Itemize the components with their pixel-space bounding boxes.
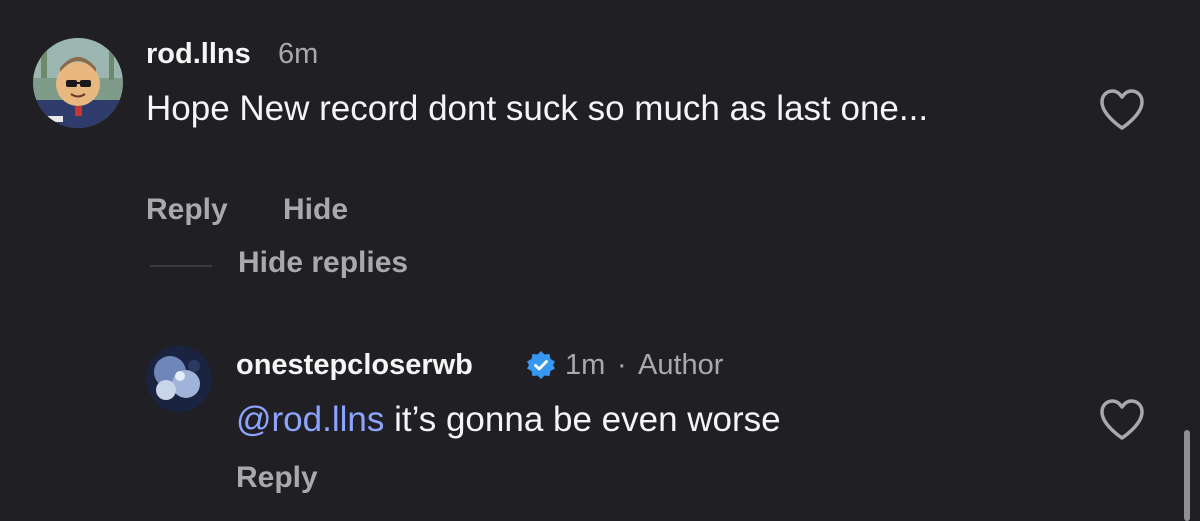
reply-like-heart-icon[interactable] (1098, 398, 1146, 442)
reply-body: it’s gonna be even worse (384, 400, 781, 439)
reply-username[interactable]: onestepcloserwb (236, 349, 473, 382)
reply-time: 1m (565, 349, 606, 381)
replies-divider (150, 265, 212, 267)
author-label: Author (638, 349, 724, 381)
reply-button[interactable]: Reply (146, 193, 228, 227)
reply-avatar[interactable] (146, 346, 212, 412)
avatar-abstract-image (146, 346, 212, 412)
verified-badge-icon (526, 350, 556, 380)
reply-text: @rod.llns it’s gonna be even worse (236, 397, 781, 442)
scrollbar[interactable] (1184, 430, 1190, 521)
comment-text: Hope New record dont suck so much as las… (146, 89, 929, 128)
mention-link[interactable]: @rod.llns (236, 400, 384, 439)
meta-separator: · (617, 349, 627, 381)
comment-time: 6m (278, 38, 319, 70)
reply-reply-button[interactable]: Reply (236, 461, 318, 495)
avatar[interactable] (33, 38, 123, 128)
comment-username[interactable]: rod.llns (146, 38, 251, 71)
like-heart-icon[interactable] (1098, 88, 1146, 132)
avatar-cartoon-image (33, 38, 123, 128)
hide-button[interactable]: Hide (283, 193, 348, 227)
hide-replies-button[interactable]: Hide replies (238, 246, 408, 280)
